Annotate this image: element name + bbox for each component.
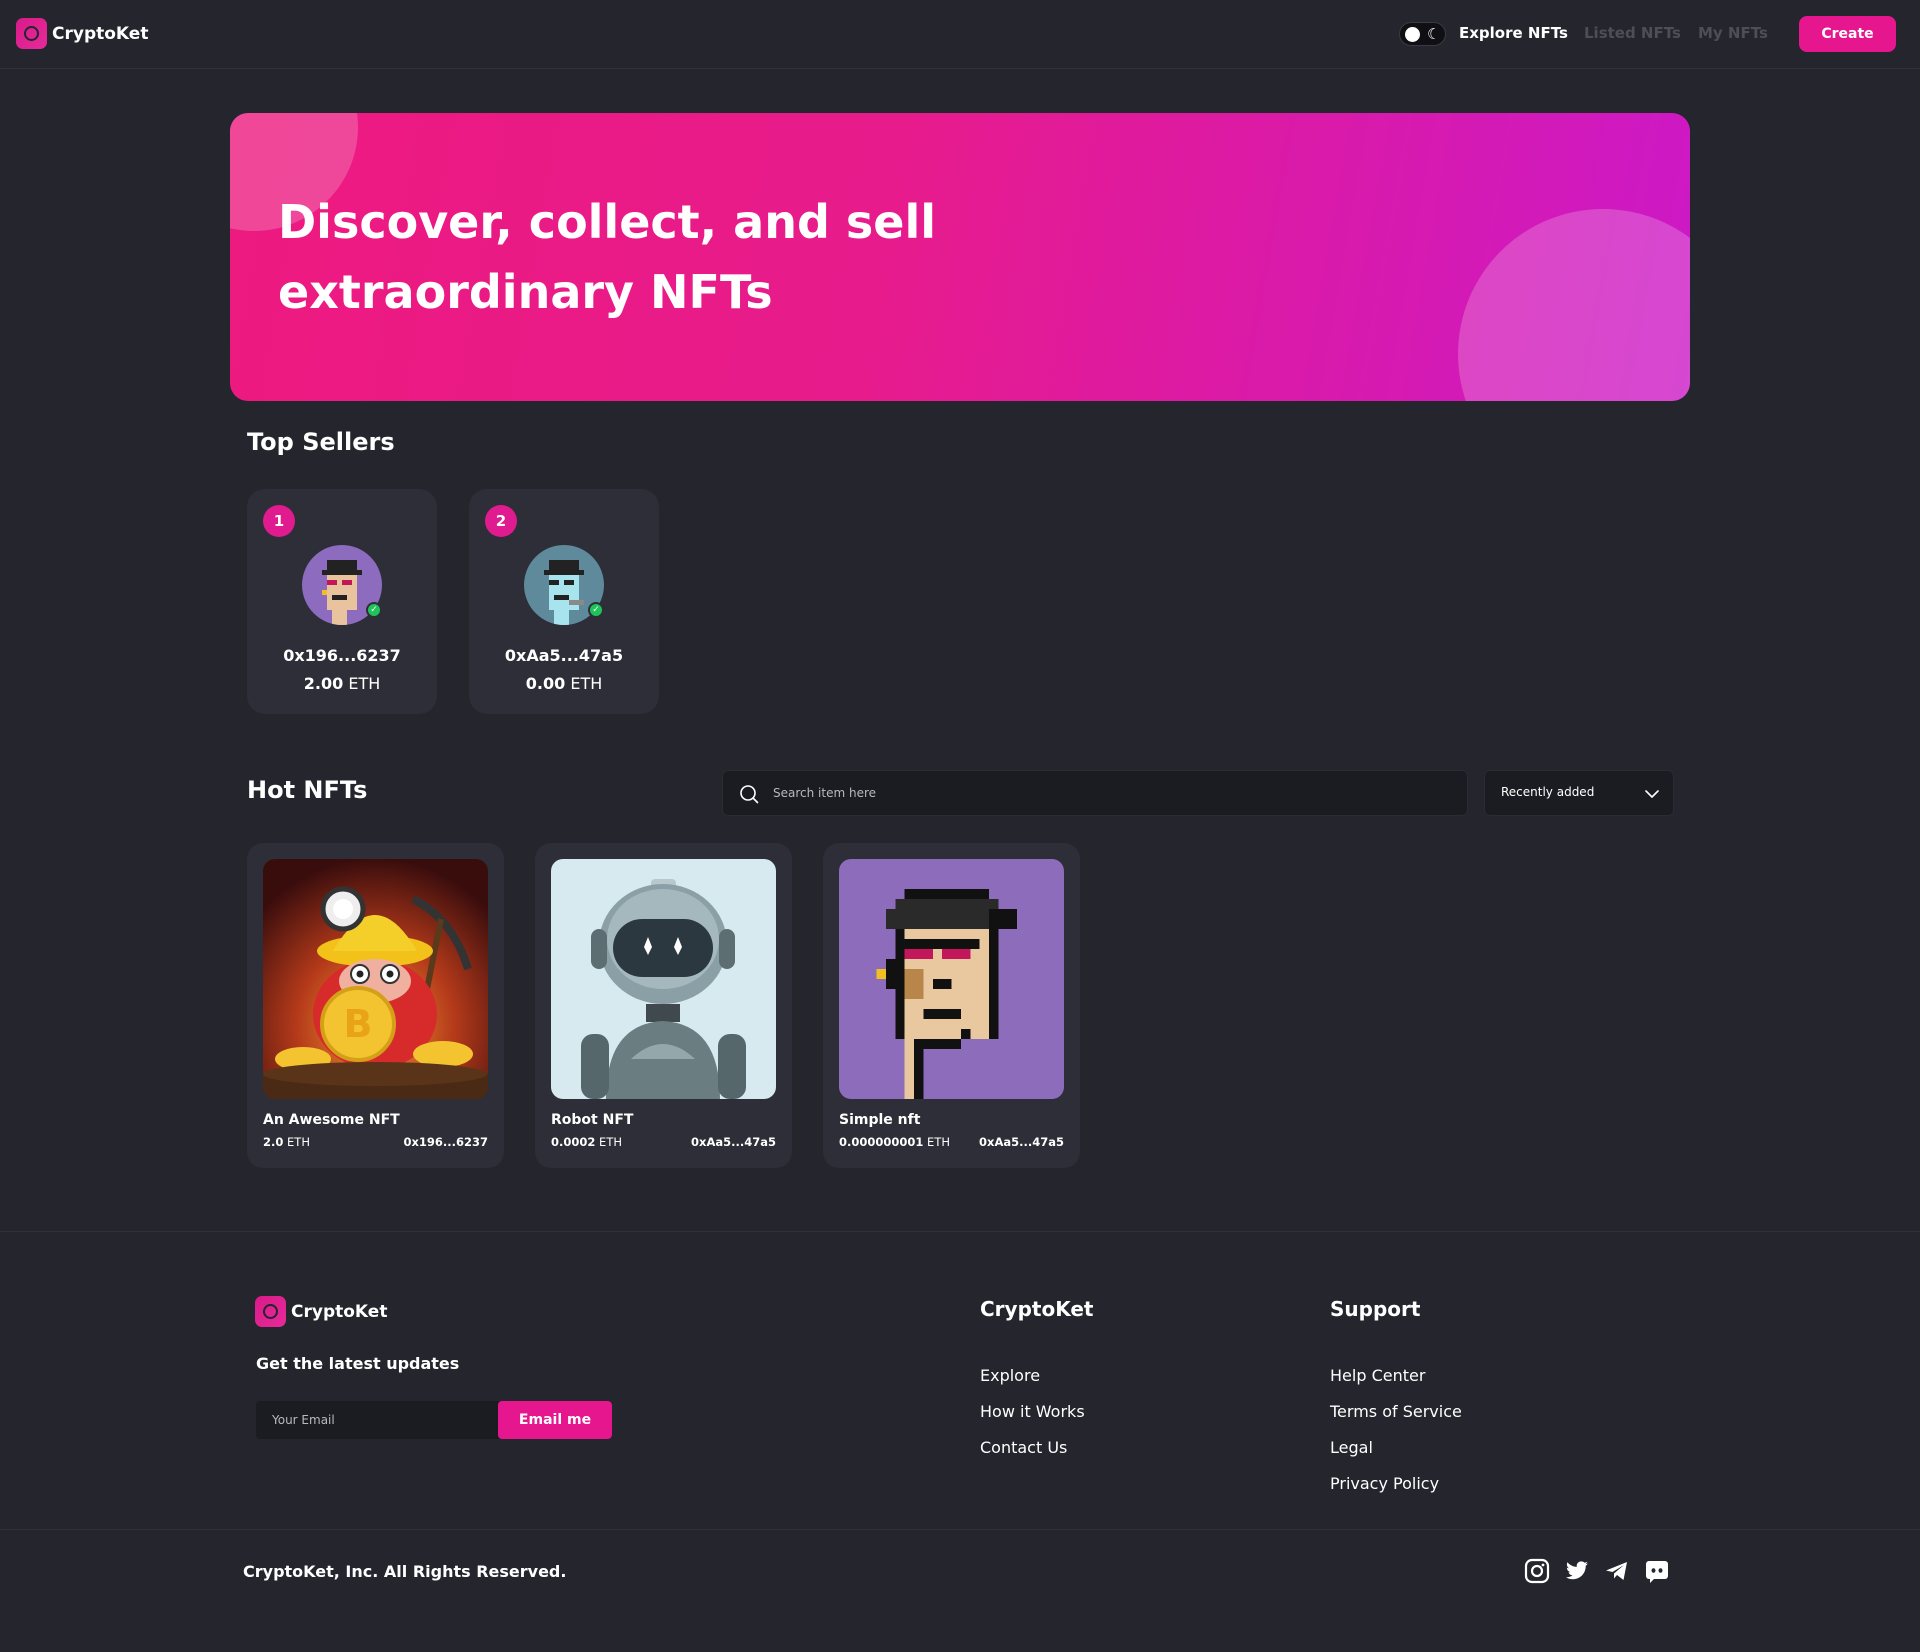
nft-price-unit: ETH	[599, 1135, 622, 1149]
hero-title-line1: Discover, collect, and sell	[278, 195, 936, 249]
toggle-knob	[1405, 27, 1420, 42]
theme-toggle[interactable]: ☾	[1399, 22, 1446, 46]
seller-card[interactable]: 2 ✓ 0xAa5...47a5 0.00 ETH	[469, 489, 659, 714]
rank-badge: 2	[485, 505, 517, 537]
newsletter-form: Email me	[256, 1401, 612, 1439]
footer-link-explore[interactable]: Explore	[980, 1366, 1040, 1385]
nft-price-value: 0.000000001	[839, 1135, 924, 1149]
nav-listed-nfts[interactable]: Listed NFTs	[1584, 24, 1681, 42]
navbar: CryptoKet ☾ Explore NFTs Listed NFTs My …	[0, 0, 1920, 69]
nav-my-nfts[interactable]: My NFTs	[1698, 24, 1768, 42]
verified-check-icon: ✓	[366, 602, 382, 618]
footer-link-contact-us[interactable]: Contact Us	[980, 1438, 1067, 1457]
footer-link-help-center[interactable]: Help Center	[1330, 1366, 1425, 1385]
footer-link-how-it-works[interactable]: How it Works	[980, 1402, 1085, 1421]
nft-owner-address: 0xAa5...47a5	[691, 1135, 776, 1149]
footer-bottom-bar	[0, 1529, 1920, 1652]
footer	[0, 1231, 1920, 1529]
nft-image	[551, 859, 776, 1099]
search-box[interactable]	[722, 770, 1468, 816]
nft-name: Simple nft	[839, 1112, 921, 1128]
nft-price-value: 2.0	[263, 1135, 284, 1149]
rank-badge: 1	[263, 505, 295, 537]
seller-unit: ETH	[570, 674, 603, 693]
seller-address: 0x196...6237	[283, 646, 401, 665]
nft-owner-address: 0x196...6237	[403, 1135, 488, 1149]
seller-unit: ETH	[348, 674, 381, 693]
hero-banner: Discover, collect, and sell extraordinar…	[230, 113, 1690, 401]
nft-image: B	[263, 859, 488, 1099]
seller-address: 0xAa5...47a5	[504, 646, 624, 665]
nft-price: 0.000000001 ETH	[839, 1135, 950, 1149]
top-sellers-title: Top Sellers	[247, 428, 395, 456]
telegram-icon[interactable]	[1604, 1558, 1630, 1584]
sort-selected-value: Recently added	[1501, 785, 1595, 799]
discord-icon[interactable]	[1644, 1558, 1670, 1584]
nft-image	[839, 859, 1064, 1099]
svg-text:B: B	[344, 1002, 373, 1046]
nav-explore-nfts[interactable]: Explore NFTs	[1459, 24, 1568, 42]
nft-price-value: 0.0002	[551, 1135, 596, 1149]
hero-title: Discover, collect, and sell extraordinar…	[278, 187, 1098, 327]
footer-column-title: Support	[1330, 1297, 1421, 1321]
footer-column-title: CryptoKet	[980, 1297, 1094, 1321]
email-field[interactable]	[256, 1401, 498, 1439]
moon-icon: ☾	[1427, 25, 1441, 43]
footer-link-legal[interactable]: Legal	[1330, 1438, 1373, 1457]
logo-icon	[255, 1296, 286, 1327]
footer-link-privacy[interactable]: Privacy Policy	[1330, 1474, 1439, 1493]
copyright-text: CryptoKet, Inc. All Rights Reserved.	[243, 1562, 567, 1581]
logo-icon	[16, 18, 47, 49]
footer-link-terms[interactable]: Terms of Service	[1330, 1402, 1462, 1421]
chevron-down-icon	[1645, 790, 1659, 798]
footer-brand-name: CryptoKet	[291, 1301, 388, 1322]
nft-card[interactable]: B An Awesome NFT 2.0 ETH 0x196...6237	[247, 843, 504, 1168]
hero-decoration-circle	[1458, 209, 1690, 401]
nft-price-unit: ETH	[287, 1135, 310, 1149]
nft-card[interactable]: Simple nft 0.000000001 ETH 0xAa5...47a5	[823, 843, 1080, 1168]
seller-amount: 0.00	[525, 674, 566, 693]
seller-balance: 0.00 ETH	[469, 674, 659, 693]
nft-price: 0.0002 ETH	[551, 1135, 622, 1149]
search-input[interactable]	[773, 771, 1453, 815]
email-me-button[interactable]: Email me	[498, 1401, 612, 1439]
nft-name: Robot NFT	[551, 1112, 634, 1128]
search-icon	[740, 785, 759, 804]
hot-nfts-title: Hot NFTs	[247, 776, 368, 804]
nft-price-unit: ETH	[927, 1135, 950, 1149]
nft-price: 2.0 ETH	[263, 1135, 310, 1149]
instagram-icon[interactable]	[1524, 1558, 1550, 1584]
nft-owner-address: 0xAa5...47a5	[979, 1135, 1064, 1149]
seller-amount: 2.00	[303, 674, 344, 693]
seller-card[interactable]: 1 ✓ 0x196...6237 2.00 ETH	[247, 489, 437, 714]
nft-card[interactable]: Robot NFT 0.0002 ETH 0xAa5...47a5	[535, 843, 792, 1168]
twitter-icon[interactable]	[1564, 1558, 1590, 1584]
verified-check-icon: ✓	[588, 602, 604, 618]
seller-balance: 2.00 ETH	[247, 674, 437, 693]
newsletter-title: Get the latest updates	[256, 1354, 460, 1373]
brand-name: CryptoKet	[52, 23, 149, 44]
hero-title-line2: extraordinary NFTs	[278, 265, 773, 319]
nft-name: An Awesome NFT	[263, 1112, 400, 1128]
brand-logo[interactable]: CryptoKet	[16, 18, 148, 49]
footer-brand-logo[interactable]: CryptoKet	[255, 1296, 387, 1327]
sort-dropdown[interactable]: Recently added	[1484, 770, 1674, 816]
create-button[interactable]: Create	[1799, 16, 1896, 52]
